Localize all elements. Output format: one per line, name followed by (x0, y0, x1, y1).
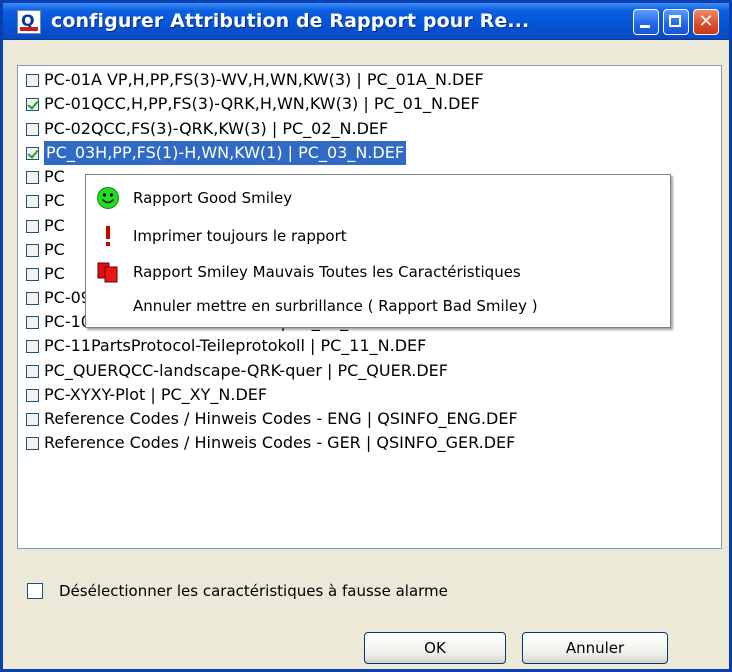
close-icon: ✕ (698, 11, 714, 32)
list-item[interactable]: Reference Codes / Hinweis Codes - GER | … (26, 431, 515, 455)
list-item[interactable]: PC_QUERQCC-landscape-QRK-quer | PC_QUER.… (26, 359, 448, 383)
list-item-label: PC-XYXY-Plot | PC_XY_N.DEF (44, 385, 268, 404)
list-item[interactable]: PC (26, 214, 65, 238)
list-item-label: PC (44, 264, 65, 283)
smiley-icon (93, 186, 123, 210)
false-alarm-option[interactable]: Désélectionner les caractéristiques à fa… (27, 581, 448, 601)
list-item-label: PC (44, 240, 65, 259)
list-item-label: Reference Codes / Hinweis Codes - GER | … (44, 433, 516, 452)
cancel-button[interactable]: Annuler (522, 632, 668, 664)
list-item-label: PC-01A VP,H,PP,FS(3)-WV,H,WN,KW(3) | PC_… (44, 70, 484, 89)
ok-button[interactable]: OK (364, 632, 506, 664)
menu-item-label: Rapport Smiley Mauvais Toutes les Caract… (133, 263, 521, 281)
list-item-checkbox[interactable] (26, 122, 39, 136)
list-item[interactable]: PC (26, 262, 65, 286)
close-button[interactable]: ✕ (693, 9, 719, 35)
list-item[interactable]: PC (26, 238, 65, 262)
list-item[interactable]: PC-XYXY-Plot | PC_XY_N.DEF (26, 383, 267, 407)
false-alarm-checkbox[interactable] (27, 583, 43, 599)
dialog-window: Q configurer Attribution de Rapport pour… (0, 0, 732, 672)
list-item[interactable]: PC (26, 165, 65, 189)
list-item[interactable]: PC-11PartsProtocol-Teileprotokoll | PC_1… (26, 334, 426, 358)
list-item-checkbox[interactable] (26, 315, 39, 329)
list-item-label: PC-01QCC,H,PP,FS(3)-QRK,H,WN,KW(3) | PC_… (44, 94, 480, 113)
window-title: configurer Attribution de Rapport pour R… (51, 10, 530, 32)
menu-item-label: Annuler mettre en surbrillance ( Rapport… (133, 297, 538, 315)
list-item-label: PC (44, 191, 65, 210)
list-item-checkbox[interactable] (26, 267, 39, 281)
list-item[interactable]: Reference Codes / Hinweis Codes - ENG | … (26, 407, 518, 431)
list-item[interactable]: PC-02QCC,FS(3)-QRK,KW(3) | PC_02_N.DEF (26, 117, 388, 141)
menu-item-good-smiley[interactable]: Rapport Good Smiley (86, 181, 670, 215)
list-item-label: PC (44, 216, 65, 235)
red-pages-icon (93, 260, 123, 284)
list-item-checkbox[interactable] (26, 243, 39, 257)
list-item[interactable]: PC-01A VP,H,PP,FS(3)-WV,H,WN,KW(3) | PC_… (26, 68, 484, 92)
list-item-checkbox[interactable] (26, 194, 39, 208)
list-item-checkbox[interactable] (26, 170, 39, 184)
false-alarm-label: Désélectionner les caractéristiques à fa… (59, 582, 448, 600)
list-item-checkbox[interactable] (26, 219, 39, 233)
list-item-label: PC_QUERQCC-landscape-QRK-quer | PC_QUER.… (44, 361, 448, 380)
list-item[interactable]: PC_03H,PP,FS(1)-H,WN,KW(1) | PC_03_N.DEF (26, 141, 407, 165)
title-bar[interactable]: Q configurer Attribution de Rapport pour… (3, 3, 729, 40)
list-item-checkbox[interactable] (26, 291, 39, 305)
list-item-checkbox[interactable] (26, 97, 39, 111)
list-item-checkbox[interactable] (26, 339, 39, 353)
list-item[interactable]: PC-01QCC,H,PP,FS(3)-QRK,H,WN,KW(3) | PC_… (26, 92, 480, 116)
list-item-label: PC_03H,PP,FS(1)-H,WN,KW(1) | PC_03_N.DEF (44, 141, 407, 165)
list-item-checkbox[interactable] (26, 412, 39, 426)
list-item-checkbox[interactable] (26, 436, 39, 450)
app-icon: Q (17, 10, 41, 34)
list-item-checkbox[interactable] (26, 388, 39, 402)
exclamation-icon (93, 224, 123, 248)
context-menu: Rapport Good Smiley Imprimer toujours le… (85, 174, 671, 328)
menu-item-label: Imprimer toujours le rapport (133, 227, 347, 245)
menu-item-label: Rapport Good Smiley (133, 189, 293, 207)
list-item-label: PC-11PartsProtocol-Teileprotokoll | PC_1… (44, 336, 427, 355)
list-item-checkbox[interactable] (26, 73, 39, 87)
menu-item-cancel-highlight[interactable]: Annuler mettre en surbrillance ( Rapport… (86, 289, 670, 323)
list-item[interactable]: PC (26, 189, 65, 213)
list-item-label: PC-02QCC,FS(3)-QRK,KW(3) | PC_02_N.DEF (44, 119, 389, 138)
menu-item-always-print[interactable]: Imprimer toujours le rapport (86, 219, 670, 253)
list-item-checkbox[interactable] (26, 146, 39, 160)
list-item-checkbox[interactable] (26, 364, 39, 378)
list-item-label: PC (44, 167, 65, 186)
maximize-button[interactable] (663, 9, 689, 35)
list-item-label: Reference Codes / Hinweis Codes - ENG | … (44, 409, 518, 428)
menu-item-bad-smiley-all[interactable]: Rapport Smiley Mauvais Toutes les Caract… (86, 255, 670, 289)
minimize-button[interactable] (633, 9, 659, 35)
